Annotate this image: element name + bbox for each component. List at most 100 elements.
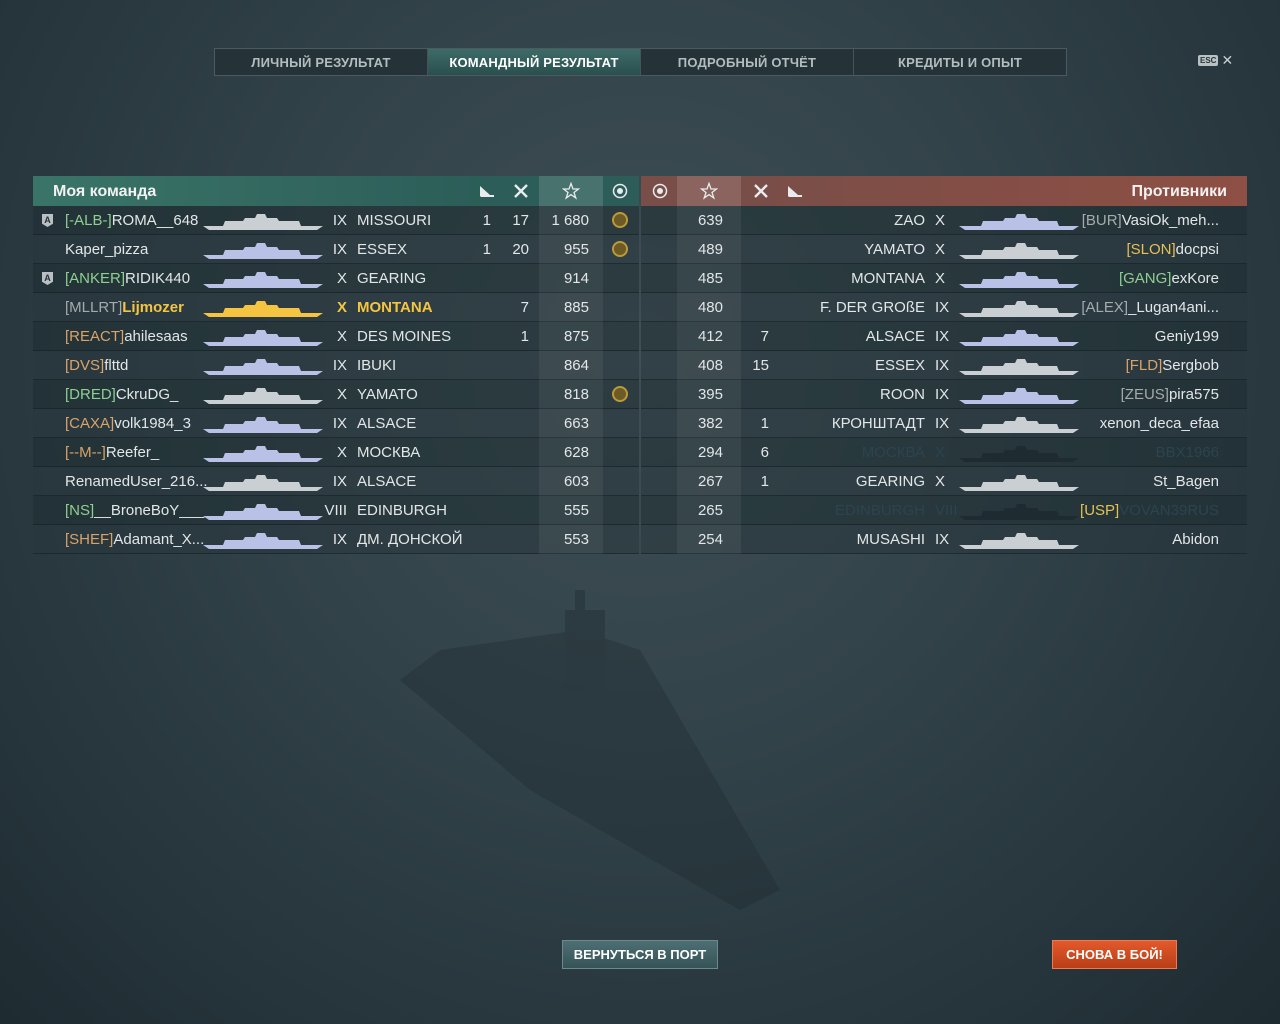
kills-count: 20 bbox=[512, 241, 529, 258]
clan-tag: [USP] bbox=[1080, 502, 1120, 519]
player-name[interactable]: [ANKER]RIDIK440 bbox=[65, 270, 190, 287]
player-row[interactable]: 395 ROON IX [ZEUS]pira575 bbox=[641, 380, 1247, 409]
ship-tier: X bbox=[935, 241, 946, 258]
player-row[interactable]: [REACT]ahilesaas X DES MOINES 1 875 bbox=[33, 322, 639, 351]
ship-tier: X bbox=[935, 270, 946, 287]
player-row[interactable]: Kaper_pizza IX ESSEX 1 20 955 bbox=[33, 235, 639, 264]
player-name[interactable]: xenon_deca_efaa bbox=[1100, 415, 1219, 432]
ship-tier: VIII bbox=[324, 502, 347, 519]
close-button[interactable]: ESC ✕ bbox=[1198, 52, 1233, 69]
ship-name: F. DER GROßE bbox=[819, 299, 925, 316]
player-nickname: Kaper_pizza bbox=[65, 241, 149, 258]
ship-silhouette bbox=[959, 444, 1079, 462]
tab-detailed-report[interactable]: ПОДРОБНЫЙ ОТЧЁТ bbox=[641, 49, 854, 75]
score-value: 480 bbox=[697, 299, 723, 316]
score-value: 663 bbox=[563, 415, 589, 432]
score-value: 408 bbox=[697, 357, 723, 374]
ship-silhouette bbox=[959, 473, 1079, 491]
player-row[interactable]: [SHEF]Adamant_X... IX ДМ. ДОНСКОЙ 553 bbox=[33, 525, 639, 554]
player-row[interactable]: 382 1 КРОНШТАДТ IX xenon_deca_efaa bbox=[641, 409, 1247, 438]
clan-tag: [SLON] bbox=[1126, 241, 1176, 258]
ship-tier: IX bbox=[332, 357, 347, 374]
ship-silhouette bbox=[203, 473, 323, 491]
player-row[interactable]: 294 6 МОСКВА X BBX1966 bbox=[641, 438, 1247, 467]
player-name[interactable]: [ZEUS]pira575 bbox=[1121, 386, 1219, 403]
ship-tier: IX bbox=[935, 386, 950, 403]
player-row[interactable]: [--M--]Reefer_ X МОСКВА 628 bbox=[33, 438, 639, 467]
player-name[interactable]: [DRED]CkruDG_ bbox=[65, 386, 178, 403]
player-name[interactable]: Abidon bbox=[1172, 531, 1219, 548]
ship-name: MUSASHI bbox=[856, 531, 925, 548]
player-row[interactable]: A [ANKER]RIDIK440 X GEARING 914 bbox=[33, 264, 639, 293]
kills-count: 1 bbox=[520, 328, 529, 345]
player-name[interactable]: [SLON]docpsi bbox=[1126, 241, 1219, 258]
player-name[interactable]: RenamedUser_216... bbox=[65, 473, 208, 490]
kills-count: 1 bbox=[760, 473, 769, 490]
player-name[interactable]: [FLD]Sergbob bbox=[1126, 357, 1219, 374]
player-row[interactable]: 480 F. DER GROßE IX [ALEX]_Lugan4ani... bbox=[641, 293, 1247, 322]
player-name[interactable]: Kaper_pizza bbox=[65, 241, 148, 258]
player-name[interactable]: Geniy199 bbox=[1155, 328, 1219, 345]
tab-team-result[interactable]: КОМАНДНЫЙ РЕЗУЛЬТАТ bbox=[428, 49, 641, 75]
ship-silhouette bbox=[203, 241, 323, 259]
player-row[interactable]: 412 7 ALSACE IX Geniy199 bbox=[641, 322, 1247, 351]
player-row[interactable]: [NS]__BroneBoY___ VIII EDINBURGH 555 bbox=[33, 496, 639, 525]
player-name[interactable]: [GANG]exKore bbox=[1119, 270, 1219, 287]
player-name[interactable]: [USP]VOVAN39RUS bbox=[1080, 502, 1219, 519]
tab-credits-xp[interactable]: КРЕДИТЫ И ОПЫТ bbox=[854, 49, 1066, 75]
player-nickname: VOVAN39RUS bbox=[1119, 502, 1219, 519]
player-name[interactable]: [-ALB-]ROMA__648 bbox=[65, 212, 198, 229]
player-name[interactable]: St_Bagen bbox=[1153, 473, 1219, 490]
player-row[interactable]: [CAXA]volk1984_3 IX ALSACE 663 bbox=[33, 409, 639, 438]
player-name[interactable]: [NS]__BroneBoY___ bbox=[65, 502, 204, 519]
score-value: 603 bbox=[563, 473, 589, 490]
player-name[interactable]: [ALEX]_Lugan4ani... bbox=[1081, 299, 1219, 316]
kills-count: 6 bbox=[760, 444, 769, 461]
player-name[interactable]: [MLLRT]Lijmozer bbox=[65, 299, 184, 316]
player-nickname: docpsi bbox=[1175, 241, 1219, 258]
player-row[interactable]: 485 MONTANA X [GANG]exKore bbox=[641, 264, 1247, 293]
tab-bar: ЛИЧНЫЙ РЕЗУЛЬТАТ КОМАНДНЫЙ РЕЗУЛЬТАТ ПОД… bbox=[214, 48, 1067, 76]
ship-silhouette bbox=[203, 531, 323, 549]
return-to-port-button[interactable]: ВЕРНУТЬСЯ В ПОРТ bbox=[562, 940, 718, 969]
player-nickname: volk1984_3 bbox=[114, 415, 191, 432]
player-row[interactable]: 639 ZAO X [BUR]VasiOk_meh... bbox=[641, 206, 1247, 235]
plane-icon bbox=[781, 176, 809, 206]
player-row[interactable]: A [-ALB-]ROMA__648 IX MISSOURI 1 17 1 680 bbox=[33, 206, 639, 235]
player-name[interactable]: BBX1966 bbox=[1156, 444, 1219, 461]
player-row[interactable]: 267 1 GEARING X St_Bagen bbox=[641, 467, 1247, 496]
clan-tag: [BUR] bbox=[1081, 212, 1122, 229]
battle-again-button[interactable]: СНОВА В БОЙ! bbox=[1052, 940, 1177, 969]
player-row[interactable]: [DVS]flttd IX IBUKI 864 bbox=[33, 351, 639, 380]
ship-tier: IX bbox=[332, 473, 347, 490]
player-name[interactable]: [--M--]Reefer_ bbox=[65, 444, 159, 461]
player-nickname: ROMA__648 bbox=[111, 212, 199, 229]
ship-name: ALSACE bbox=[357, 473, 417, 490]
tab-personal-result[interactable]: ЛИЧНЫЙ РЕЗУЛЬТАТ bbox=[215, 49, 428, 75]
ship-name: ZAO bbox=[894, 212, 925, 229]
player-row[interactable]: 254 MUSASHI IX Abidon bbox=[641, 525, 1247, 554]
player-name[interactable]: [REACT]ahilesaas bbox=[65, 328, 188, 345]
enemy-team-panel: Противники 639 ZAO X [BUR]VasiOk_meh... 489 Y… bbox=[641, 176, 1247, 554]
score-value: 1 680 bbox=[551, 212, 589, 229]
my-team-list: A [-ALB-]ROMA__648 IX MISSOURI 1 17 1 680 Kaper… bbox=[33, 206, 639, 554]
player-name[interactable]: [BUR]VasiOk_meh... bbox=[1082, 212, 1219, 229]
player-row[interactable]: [MLLRT]Lijmozer X MONTANA 7 885 bbox=[33, 293, 639, 322]
player-row[interactable]: 265 EDINBURGH VIII [USP]VOVAN39RUS bbox=[641, 496, 1247, 525]
crossed-swords-icon bbox=[507, 176, 535, 206]
ship-tier: IX bbox=[332, 212, 347, 229]
ship-silhouette bbox=[203, 357, 323, 375]
player-name[interactable]: [SHEF]Adamant_X... bbox=[65, 531, 204, 548]
player-name[interactable]: [CAXA]volk1984_3 bbox=[65, 415, 191, 432]
player-nickname: xenon_deca_efaa bbox=[1099, 415, 1219, 432]
player-name[interactable]: [DVS]flttd bbox=[65, 357, 128, 374]
score-value: 955 bbox=[563, 241, 589, 258]
ship-tier: X bbox=[935, 212, 946, 229]
player-row[interactable]: 408 15 ESSEX IX [FLD]Sergbob bbox=[641, 351, 1247, 380]
player-nickname: Reefer_ bbox=[105, 444, 160, 461]
ship-silhouette bbox=[203, 502, 323, 520]
player-row[interactable]: RenamedUser_216... IX ALSACE 603 bbox=[33, 467, 639, 496]
player-row[interactable]: [DRED]CkruDG_ X YAMATO 818 bbox=[33, 380, 639, 409]
player-nickname: Geniy199 bbox=[1154, 328, 1219, 345]
player-row[interactable]: 489 YAMATO X [SLON]docpsi bbox=[641, 235, 1247, 264]
